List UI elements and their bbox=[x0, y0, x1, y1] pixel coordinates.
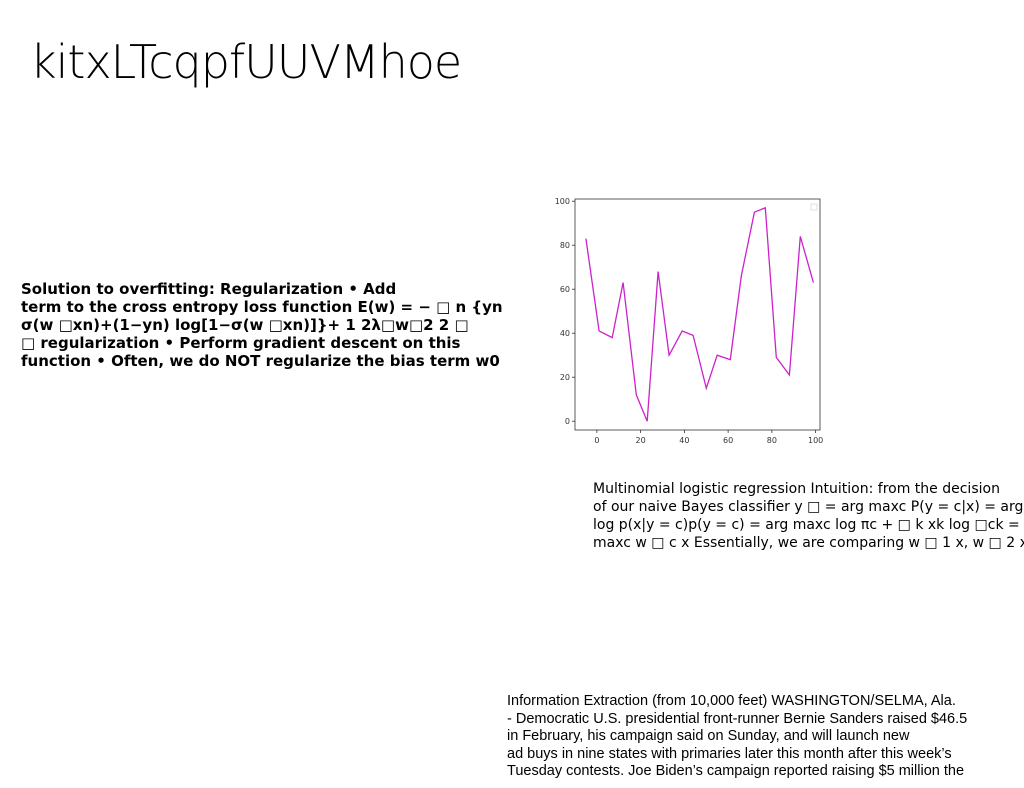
y-tick-label: 0 bbox=[565, 417, 570, 426]
y-tick-label: 60 bbox=[560, 285, 570, 294]
information-extraction-text-block: Information Extraction (from 10,000 feet… bbox=[507, 693, 1024, 781]
text-line: Information Extraction (from 10,000 feet… bbox=[507, 693, 956, 709]
y-tick-label: 20 bbox=[560, 373, 570, 382]
text-line: log p(x|y = c)p(y = c) = arg maxc log πc… bbox=[593, 517, 1020, 533]
text-line: of our naive Bayes classifier y □ = arg … bbox=[593, 499, 1024, 515]
text-line: Multinomial logistic regression Intuitio… bbox=[593, 481, 1000, 497]
text-line: in February, his campaign said on Sunday… bbox=[507, 728, 910, 744]
series-line bbox=[585, 206, 815, 422]
text-line: σ(w □xn)+(1−yn) log[1−σ(w □xn)]}+ 1 2λ□w… bbox=[21, 316, 469, 334]
multinomial-text-block: Multinomial logistic regression Intuitio… bbox=[593, 480, 1024, 552]
text-line: Tuesday contests. Joe Biden’s campaign r… bbox=[507, 763, 965, 779]
slide-title: kitxLTcqpfUUVMhoe bbox=[30, 35, 462, 89]
text-line: maxc w □ c x Essentially, we are compari… bbox=[593, 535, 1024, 551]
legend-box bbox=[810, 203, 818, 211]
text-line: term to the cross entropy loss function … bbox=[21, 298, 503, 316]
x-tick-label: 80 bbox=[767, 436, 777, 445]
y-tick-label: 100 bbox=[555, 197, 570, 206]
y-tick-label: 40 bbox=[560, 329, 570, 338]
text-line: ad buys in nine states with primaries la… bbox=[507, 745, 952, 762]
x-tick-label: 0 bbox=[594, 436, 599, 445]
regularization-text-block: Solution to overfitting: Regularization … bbox=[21, 280, 536, 370]
text-line: □ regularization • Perform gradient desc… bbox=[21, 334, 461, 352]
plot-frame bbox=[574, 198, 821, 431]
x-tick-label: 60 bbox=[723, 436, 733, 445]
x-tick-label: 100 bbox=[808, 436, 823, 445]
y-tick-label: 80 bbox=[560, 241, 570, 250]
x-tick-label: 40 bbox=[679, 436, 689, 445]
text-line: Solution to overfitting: Regularization … bbox=[21, 280, 397, 298]
text-line: - Democratic U.S. presidential front-run… bbox=[507, 710, 968, 727]
text-line: function • Often, we do NOT regularize t… bbox=[21, 352, 500, 370]
line-chart: 0 20 40 60 80 100 0 20 40 60 80 100 bbox=[555, 197, 824, 445]
x-tick-label: 20 bbox=[636, 436, 646, 445]
